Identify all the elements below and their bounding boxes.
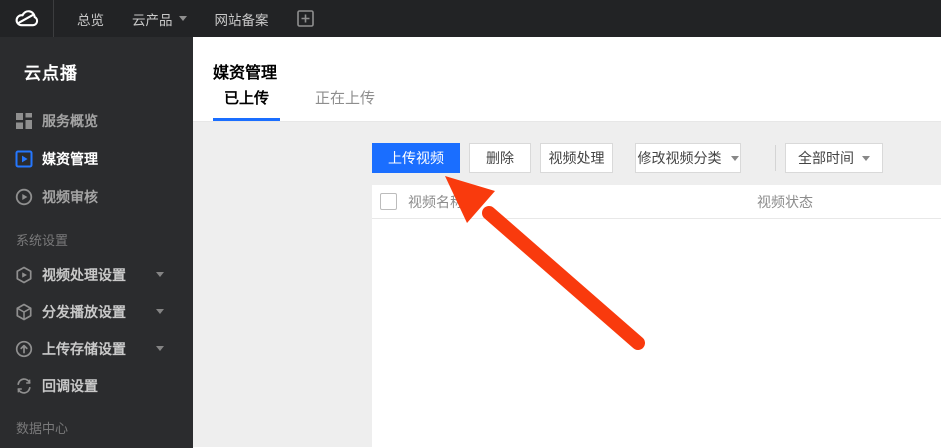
modify-category-label: 修改视频分类 — [637, 150, 722, 166]
distribution-cube-icon — [16, 303, 32, 320]
media-table-panel: 视频名称/ID 视频状态 — [372, 185, 941, 447]
time-filter-select[interactable]: 全部时间 — [785, 143, 883, 173]
plus-square-icon — [296, 10, 314, 27]
add-shortcut-button[interactable] — [296, 10, 314, 27]
tencent-cloud-logo[interactable] — [0, 0, 54, 37]
sidebar-item-media-assets[interactable]: 媒资管理 — [0, 140, 193, 178]
chevron-down-icon — [862, 155, 870, 161]
sidebar-item-callback-settings[interactable]: 回调设置 — [0, 367, 193, 404]
nav-website-record[interactable]: 网站备案 — [215, 9, 269, 29]
delete-button[interactable]: 删除 — [469, 143, 531, 173]
grid-icon — [16, 113, 32, 129]
cloud-logo-icon — [15, 10, 39, 27]
tab-bar: 已上传 正在上传 — [213, 87, 410, 121]
callback-icon — [17, 377, 31, 394]
toolbar-divider — [775, 145, 776, 171]
chevron-down-icon — [730, 155, 739, 161]
tab-uploading[interactable]: 正在上传 — [304, 87, 386, 121]
page-title: 媒资管理 — [213, 65, 278, 82]
sidebar-item-label: 服务概览 — [42, 113, 98, 129]
video-process-button[interactable]: 视频处理 — [540, 143, 613, 173]
column-header-video-status: 视频状态 — [757, 193, 813, 210]
sidebar-item-video-process-settings[interactable]: 视频处理设置 — [0, 256, 193, 293]
time-filter-label: 全部时间 — [798, 150, 854, 166]
sidebar-item-upload-storage-settings[interactable]: 上传存储设置 — [0, 330, 193, 367]
sidebar: 云点播 服务概览 媒资管理 视频审核 系统设置 视频处理设置 分发播放设置 上传… — [0, 37, 193, 448]
main-header: 媒资管理 已上传 正在上传 — [193, 37, 941, 122]
section-label-data-center: 数据中心 — [16, 421, 69, 436]
sidebar-item-video-review[interactable]: 视频审核 — [0, 178, 193, 216]
sidebar-system-menu: 视频处理设置 分发播放设置 上传存储设置 回调设置 — [0, 256, 193, 404]
column-header-video-name: 视频名称/ID — [408, 193, 482, 210]
sidebar-item-label: 分发播放设置 — [42, 303, 126, 320]
nav-overview[interactable]: 总览 — [77, 9, 104, 29]
main-content: 媒资管理 已上传 正在上传 上传视频 删除 视频处理 修改视频分类 全部时间 视… — [193, 37, 941, 448]
nav-overview-label: 总览 — [77, 12, 104, 28]
chevron-down-icon — [156, 346, 164, 351]
sidebar-item-distribution-settings[interactable]: 分发播放设置 — [0, 293, 193, 330]
video-process-icon — [16, 266, 32, 283]
topbar-nav: 总览 云产品 网站备案 — [54, 0, 314, 37]
nav-website-record-label: 网站备案 — [214, 12, 269, 28]
nav-cloud-products-label: 云产品 — [132, 12, 173, 28]
content-area: 上传视频 删除 视频处理 修改视频分类 全部时间 视频名称/ID 视频状态 — [193, 122, 941, 447]
upload-storage-icon — [15, 340, 33, 357]
vod-console-page: 总览 云产品 网站备案 云点播 服务概览 媒资管理 视频审核 系统设置 视频处理… — [0, 0, 941, 448]
product-title: 云点播 — [24, 64, 78, 83]
select-all-checkbox[interactable] — [380, 193, 397, 210]
modify-category-dropdown[interactable]: 修改视频分类 — [635, 143, 741, 173]
sidebar-item-label: 上传存储设置 — [42, 340, 126, 357]
chevron-down-icon — [156, 272, 164, 277]
media-play-icon — [15, 150, 33, 168]
section-label-system-settings: 系统设置 — [16, 233, 69, 248]
chevron-down-icon — [178, 16, 187, 21]
chevron-down-icon — [156, 309, 164, 314]
tab-uploaded[interactable]: 已上传 — [213, 87, 281, 121]
video-review-icon — [15, 188, 33, 206]
sidebar-menu: 服务概览 媒资管理 视频审核 — [0, 102, 193, 216]
sidebar-item-label: 媒资管理 — [42, 151, 98, 167]
table-header-row: 视频名称/ID 视频状态 — [372, 185, 941, 219]
sidebar-item-label: 回调设置 — [42, 377, 98, 394]
nav-cloud-products[interactable]: 云产品 — [132, 9, 187, 29]
upload-video-button[interactable]: 上传视频 — [372, 143, 460, 173]
sidebar-item-service-overview[interactable]: 服务概览 — [0, 102, 193, 140]
sidebar-item-label: 视频处理设置 — [42, 266, 126, 283]
toolbar: 上传视频 删除 视频处理 修改视频分类 全部时间 — [372, 143, 941, 173]
sidebar-item-label: 视频审核 — [42, 189, 98, 205]
topbar: 总览 云产品 网站备案 — [0, 0, 941, 37]
